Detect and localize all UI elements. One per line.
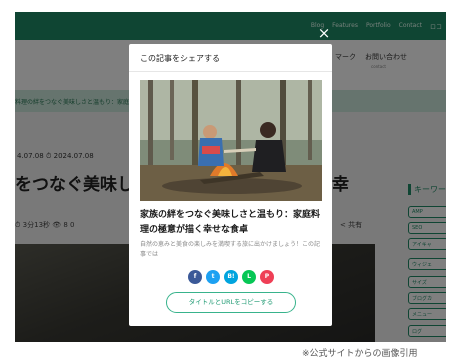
article-thumbnail xyxy=(140,80,322,201)
hatena-bookmark-icon[interactable]: B! xyxy=(224,270,238,284)
facebook-icon[interactable]: f xyxy=(188,270,202,284)
line-icon[interactable]: L xyxy=(242,270,256,284)
image-credit: ※公式サイトからの画像引用 xyxy=(302,349,418,359)
article-title[interactable]: 家族の絆をつなぐ美味しさと温もり：家庭料理の極意が描く幸せな食卓 xyxy=(140,208,324,238)
twitter-icon[interactable]: t xyxy=(206,270,220,284)
modal-header: この記事をシェアする xyxy=(129,44,332,72)
copy-title-url-button[interactable]: タイトルとURLをコピーする xyxy=(166,292,296,313)
close-icon[interactable]: × xyxy=(316,25,332,41)
article-excerpt: 自然の恵みと美食の楽しみを満喫する旅に出かけましょう！この記事では xyxy=(140,241,321,258)
share-modal: この記事をシェアする 家族の絆をつなぐ美味しさと温もり：家庭料理の極意が描く幸せ… xyxy=(129,44,332,326)
pocket-icon[interactable]: P xyxy=(260,270,274,284)
share-buttons: f t B! L P xyxy=(188,270,274,284)
